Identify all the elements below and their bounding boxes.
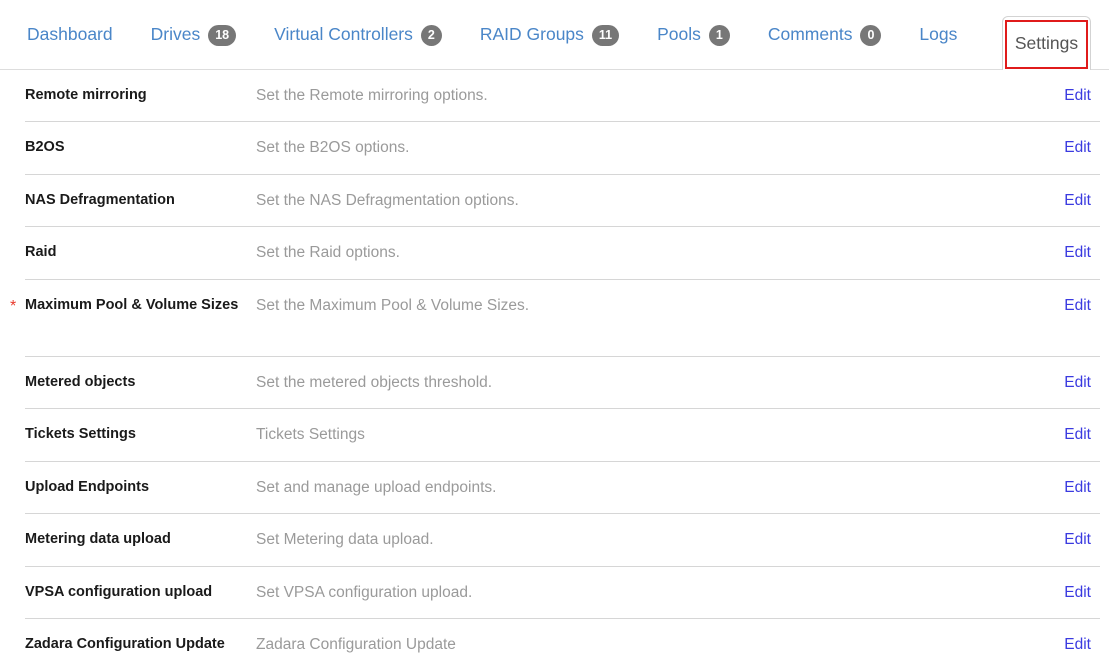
setting-description: Set the Raid options. [256,244,400,262]
settings-row: Zadara Configuration Update Zadara Config… [25,619,1100,670]
edit-link[interactable]: Edit [1021,372,1091,394]
settings-row: Metered objects Set the metered objects t… [25,357,1100,410]
tab-logs[interactable]: Logs [900,14,976,56]
setting-description: Set the Remote mirroring options. [256,87,488,104]
settings-row-content: Upload Endpoints Set and manage upload en… [25,462,1091,513]
tab-dashboard[interactable]: Dashboard [8,14,132,56]
settings-row: * Maximum Pool & Volume Sizes Set the Maxi… [10,280,1100,357]
setting-name: Metered objects [25,373,136,390]
settings-row-content: Tickets Settings Tickets Settings Edit [25,409,1091,460]
settings-row-content: Maximum Pool & Volume Sizes Set the Maxim… [25,280,1091,356]
setting-name: Remote mirroring [25,87,147,103]
setting-description: Tickets Settings [256,426,365,444]
settings-row-content: Zadara Configuration Update Zadara Config… [25,619,1091,670]
settings-row: B2OS Set the B2OS options. Edit [25,122,1100,175]
settings-row: Raid Set the Raid options. Edit [25,227,1100,280]
tab-label: Dashboard [27,24,113,45]
edit-link[interactable]: Edit [1021,424,1091,446]
settings-row-content: VPSA configuration upload Set VPSA config… [25,567,1091,618]
tab-settings[interactable]: Settings [1002,16,1091,70]
setting-description: Set the metered objects threshold. [256,373,493,391]
tab-label: Virtual Controllers [274,24,413,45]
edit-link[interactable]: Edit [1021,190,1091,212]
settings-row-content: Raid Set the Raid options. Edit [25,227,1091,278]
setting-description: Set VPSA configuration upload. [256,583,473,601]
setting-name: Raid [25,244,57,261]
tab-count-badge: 1 [708,24,730,46]
tab-count-badge: 2 [420,24,442,46]
required-asterisk-icon: * [10,297,17,315]
settings-table: Remote mirroring Set the Remote mirroring… [0,70,1109,671]
settings-row-content: NAS Defragmentation Set the NAS Defragmen… [25,175,1091,226]
edit-link[interactable]: Edit [1021,529,1091,551]
tab-pools[interactable]: Pools 1 [638,14,749,56]
tab-label: RAID Groups [479,24,584,45]
tab-label: Drives [150,24,201,45]
edit-link[interactable]: Edit [1021,242,1091,264]
setting-description: Set and manage upload endpoints. [256,478,497,496]
settings-row: Upload Endpoints Set and manage upload en… [25,462,1100,515]
tab-virtual-controllers[interactable]: Virtual Controllers 2 [255,14,461,56]
setting-name: Maximum Pool & Volume Sizes [25,296,239,313]
settings-row: Tickets Settings Tickets Settings Edit [25,409,1100,462]
setting-description: Set the NAS Defragmentation options. [256,191,519,209]
tab-label: Pools [657,24,701,45]
tab-count-badge: 11 [591,24,620,46]
setting-name: Metering data upload [25,531,171,548]
setting-name: VPSA configuration upload [25,583,213,600]
settings-row-content: Metered objects Set the metered objects t… [25,357,1091,408]
tab-raid-groups[interactable]: RAID Groups 11 [461,14,638,56]
settings-row: NAS Defragmentation Set the NAS Defragmen… [25,175,1100,228]
edit-link[interactable]: Edit [1021,295,1091,317]
setting-name: Zadara Configuration Update [25,636,225,653]
tab-drives[interactable]: Drives 18 [132,14,256,56]
tab-bar: Dashboard Drives 18 Virtual Controllers 2 RAI… [0,0,1109,70]
settings-row-content: B2OS Set the B2OS options. Edit [25,122,1091,173]
tab-settings-label: Settings [1014,32,1079,53]
setting-description: Zadara Configuration Update [256,636,456,654]
tab-label: Logs [919,24,958,45]
setting-description: Set Metering data upload. [256,531,434,549]
tab-list: Dashboard Drives 18 Virtual Controllers 2 RAI… [0,0,976,70]
edit-link[interactable]: Edit [1021,137,1091,159]
setting-description: Set the Maximum Pool & Volume Sizes. [256,296,530,314]
edit-link[interactable]: Edit [1021,634,1091,656]
edit-link[interactable]: Edit [1021,582,1091,604]
tab-count-badge: 0 [860,24,882,46]
setting-name: Upload Endpoints [25,478,150,495]
setting-description: Set the B2OS options. [256,139,410,157]
setting-name: NAS Defragmentation [25,191,175,208]
edit-link[interactable]: Edit [1021,477,1091,499]
edit-link[interactable]: Edit [1021,85,1091,107]
tab-label: Comments [767,24,853,45]
settings-row: Metering data upload Set Metering data up… [25,514,1100,567]
tab-count-badge: 18 [208,24,237,46]
settings-row: VPSA configuration upload Set VPSA config… [25,567,1100,620]
settings-row-content: Metering data upload Set Metering data up… [25,514,1091,565]
settings-row-content: Remote mirroring Set the Remote mirroring… [25,70,1091,121]
setting-name: Tickets Settings [25,426,136,443]
settings-row: Remote mirroring Set the Remote mirroring… [25,70,1100,123]
setting-name: B2OS [25,139,65,156]
tab-comments[interactable]: Comments 0 [749,14,901,56]
